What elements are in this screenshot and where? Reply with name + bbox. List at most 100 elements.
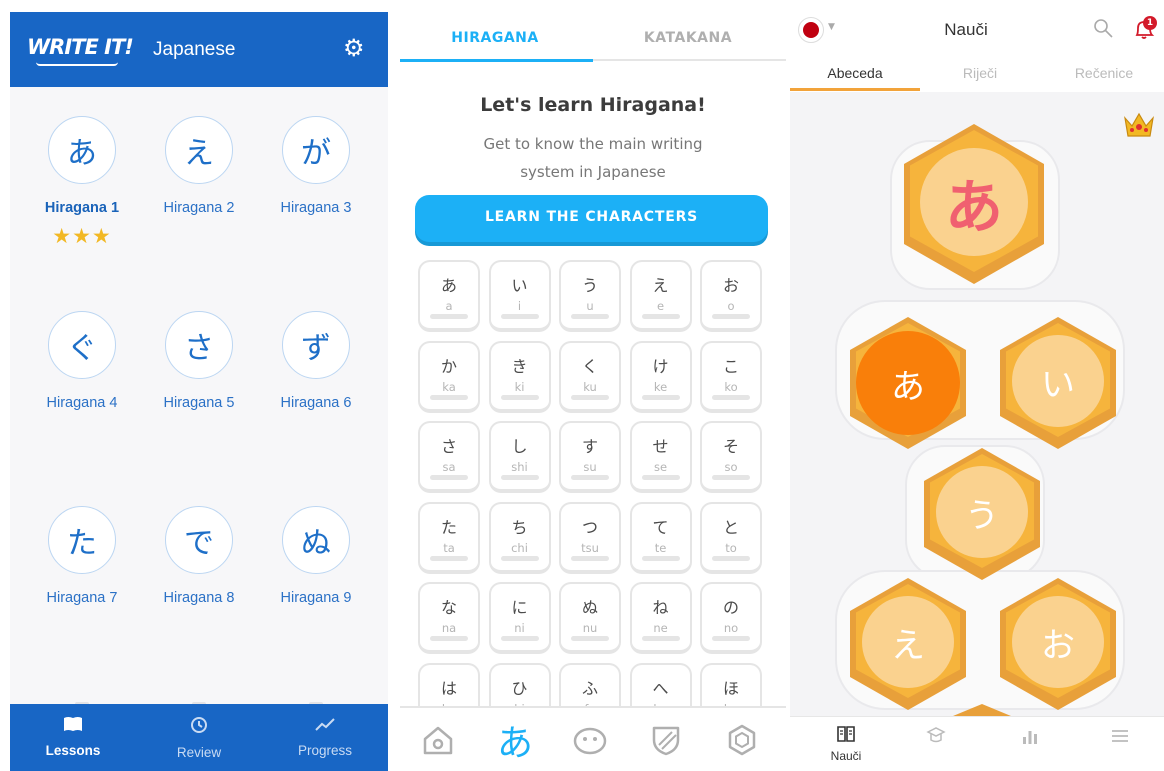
top-bar: ▼ Nauči 1 Abeceda Riječi Rečenice — [790, 0, 1164, 92]
lesson-kana: ぐ — [48, 311, 116, 379]
kana-card[interactable]: の no — [700, 582, 762, 654]
kana-card[interactable]: す su — [559, 421, 621, 493]
kana-card[interactable]: いi — [488, 260, 551, 332]
lesson-hiragana-1[interactable]: あ Hiragana 1 ★★★ — [27, 116, 137, 248]
kana-card[interactable]: うu — [559, 260, 621, 332]
progress-bar — [641, 555, 680, 561]
kana-card[interactable]: て te — [629, 501, 692, 574]
kana-card[interactable]: き ki — [488, 340, 551, 413]
kana-romaji: ko — [724, 379, 738, 394]
nav-lessons[interactable]: Lessons — [10, 704, 136, 771]
kana-card[interactable]: ふfu — [559, 662, 621, 706]
progress-bar — [500, 314, 539, 319]
kana-romaji: te — [654, 540, 667, 555]
kana-card[interactable]: に ni — [488, 582, 551, 654]
stats-icon[interactable] — [1000, 725, 1060, 751]
progress-bar — [712, 475, 750, 480]
kana-glyph: か — [440, 356, 457, 376]
kana-card[interactable]: た ta — [418, 501, 480, 574]
kana-card[interactable]: おo — [700, 260, 762, 332]
kana-card[interactable]: つ tsu — [559, 501, 621, 574]
kana-card[interactable]: と to — [700, 501, 762, 574]
kana-card[interactable]: あa — [418, 260, 480, 332]
gear-icon[interactable]: ⚙ — [343, 36, 365, 60]
lesson-hiragana-2[interactable]: え Hiragana 2 — [144, 116, 254, 216]
kana-glyph: な — [440, 598, 457, 617]
kana-glyph: い — [511, 276, 528, 295]
search-icon[interactable] — [1091, 16, 1115, 40]
kana-glyph: ひ — [511, 678, 528, 698]
subtab-rijeci[interactable]: Riječi — [918, 65, 1042, 81]
nav-label: Lessons — [45, 743, 101, 758]
kana-card[interactable]: そ so — [700, 421, 762, 493]
kana-romaji: tsu — [581, 540, 599, 555]
lesson-hiragana-7[interactable]: た Hiragana 7 — [27, 506, 137, 606]
lesson-hiragana-4[interactable]: ぐ Hiragana 4 — [27, 311, 137, 411]
kana-card[interactable]: さ sa — [418, 421, 480, 493]
learn-characters-button[interactable]: LEARN THE CHARACTERS — [415, 195, 768, 242]
kana-card[interactable]: し shi — [488, 421, 551, 493]
write-it-screen: WRITE IT! Japanese ⚙ あ Hiragana 1 ★★★ え … — [10, 12, 388, 771]
progress-bar — [571, 555, 609, 561]
kana-card[interactable]: ひhi — [488, 662, 551, 706]
kana-card[interactable]: へhe — [629, 662, 692, 706]
page-title: Let's learn Hiragana! — [480, 94, 706, 116]
nav-progress[interactable]: Progress — [262, 704, 388, 771]
write-it-panel: WRITE IT! Japanese ⚙ あ Hiragana 1 ★★★ え … — [0, 0, 400, 771]
screen-title: Nauči — [944, 20, 988, 39]
kana-romaji: to — [725, 540, 737, 555]
subtab-recenice[interactable]: Rečenice — [1042, 65, 1164, 81]
hexagon-icon[interactable] — [722, 720, 762, 760]
node-kana: お — [1012, 596, 1104, 688]
kana-card[interactable]: はha — [418, 662, 480, 706]
kana-card[interactable]: け ke — [629, 340, 692, 413]
graduation-cap-icon[interactable] — [906, 725, 966, 751]
kana-glyph: し — [511, 437, 528, 456]
kana-romaji: nu — [582, 621, 598, 635]
nav-nauci[interactable]: Nauči — [816, 725, 876, 763]
lesson-hiragana-3[interactable]: が Hiragana 3 — [261, 116, 371, 216]
kana-card[interactable]: く ku — [559, 340, 621, 413]
bell-icon[interactable]: 1 — [1131, 16, 1159, 42]
practice-icon[interactable] — [570, 720, 610, 760]
lesson-hiragana-5[interactable]: さ Hiragana 5 — [144, 311, 254, 411]
trend-icon — [262, 716, 388, 736]
logo-swoosh — [36, 62, 118, 66]
nav-label: Progress — [297, 743, 353, 758]
kana-card[interactable]: えe — [629, 260, 692, 332]
tab-katakana[interactable]: KATAKANA — [593, 30, 783, 46]
notification-badge: 1 — [1143, 16, 1157, 30]
kana-glyph: て — [652, 517, 669, 537]
lesson-label: Hiragana 9 — [280, 590, 352, 606]
lesson-hiragana-6[interactable]: ず Hiragana 6 — [261, 311, 371, 411]
progress-bar — [500, 475, 539, 480]
duolingo-panel: HIRAGANA KATAKANA Let's learn Hiragana! … — [400, 0, 786, 771]
kana-card[interactable]: ぬ nu — [559, 582, 621, 654]
kana-card[interactable]: ほho — [700, 662, 762, 706]
crown-icon[interactable] — [1123, 110, 1155, 140]
bottom-nav: Nauči — [790, 716, 1164, 771]
kana-card[interactable]: せ se — [629, 421, 692, 493]
lesson-kana: え — [165, 116, 233, 184]
lesson-hiragana-8[interactable]: で Hiragana 8 — [144, 506, 254, 606]
nav-review[interactable]: Review — [136, 704, 262, 771]
kana-card[interactable]: こ ko — [700, 340, 762, 413]
kana-card[interactable]: ね ne — [629, 582, 692, 654]
characters-nav-icon[interactable]: あ — [495, 720, 535, 764]
kana-glyph: せ — [652, 437, 669, 456]
shield-icon[interactable] — [646, 720, 686, 760]
lesson-kana: ぬ — [282, 506, 350, 574]
menu-icon[interactable] — [1090, 725, 1150, 751]
lesson-label: Hiragana 7 — [46, 590, 118, 606]
kana-romaji: ta — [443, 540, 455, 555]
subtab-abeceda[interactable]: Abeceda — [793, 65, 917, 81]
kana-romaji: ne — [653, 621, 668, 635]
home-icon[interactable] — [418, 720, 458, 760]
book-icon — [10, 716, 136, 736]
kana-card[interactable]: ち chi — [488, 501, 551, 574]
kana-card[interactable]: な na — [418, 582, 480, 654]
kana-card[interactable]: か ka — [418, 340, 480, 413]
tab-hiragana[interactable]: HIRAGANA — [400, 30, 590, 46]
lesson-hiragana-9[interactable]: ぬ Hiragana 9 — [261, 506, 371, 606]
tab-divider — [593, 59, 786, 61]
